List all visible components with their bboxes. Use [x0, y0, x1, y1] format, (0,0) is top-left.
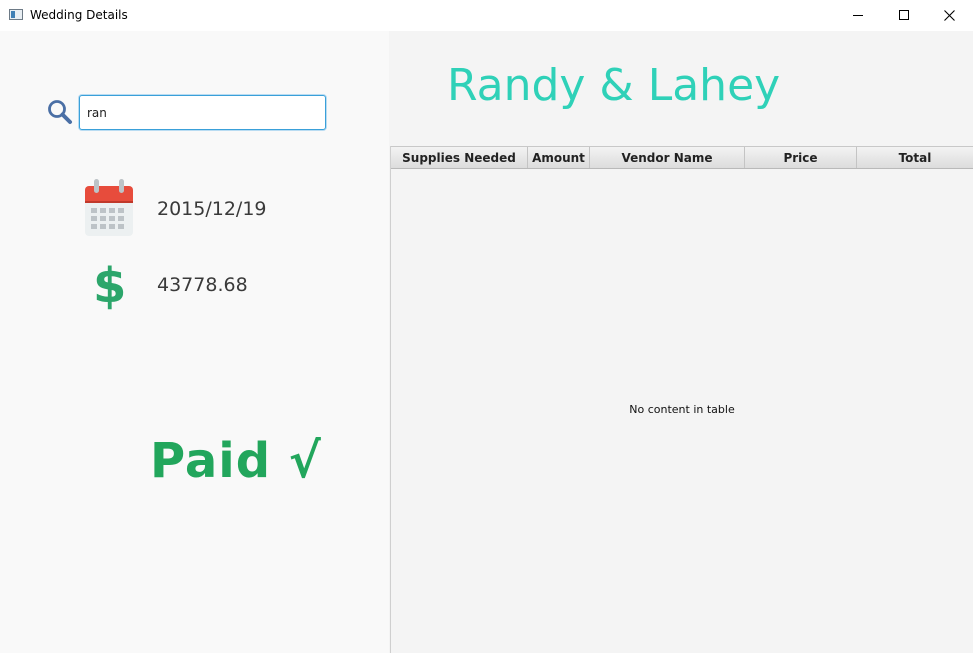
search-icon[interactable]: [47, 99, 73, 125]
couple-title: Randy & Lahey: [447, 60, 781, 111]
wedding-details-window: Wedding Details 2015/12/19 $ 43778.68 Pa…: [0, 0, 973, 653]
search-input[interactable]: [79, 95, 326, 130]
table-empty-message: No content in table: [629, 403, 735, 416]
wedding-date: 2015/12/19: [157, 198, 267, 220]
column-header-amount[interactable]: Amount: [528, 147, 590, 168]
close-button[interactable]: [927, 0, 973, 31]
app-icon: [9, 9, 23, 20]
column-header-price[interactable]: Price: [745, 147, 857, 168]
maximize-button[interactable]: [881, 0, 927, 31]
column-header-supplies-needed[interactable]: Supplies Needed: [391, 147, 528, 168]
title-bar: Wedding Details: [0, 0, 973, 31]
wedding-amount: 43778.68: [157, 274, 248, 296]
window-title: Wedding Details: [30, 8, 128, 22]
dollar-icon: $: [93, 258, 127, 314]
minimize-icon: [853, 15, 863, 16]
minimize-button[interactable]: [835, 0, 881, 31]
paid-status: Paid √: [150, 433, 322, 489]
calendar-icon: [85, 179, 133, 236]
column-header-total[interactable]: Total: [857, 147, 973, 168]
column-header-vendor-name[interactable]: Vendor Name: [590, 147, 745, 168]
table-header: Supplies Needed Amount Vendor Name Price…: [391, 146, 973, 169]
supplies-table[interactable]: Supplies Needed Amount Vendor Name Price…: [390, 146, 973, 653]
maximize-icon: [899, 10, 909, 20]
close-icon: [944, 10, 955, 21]
